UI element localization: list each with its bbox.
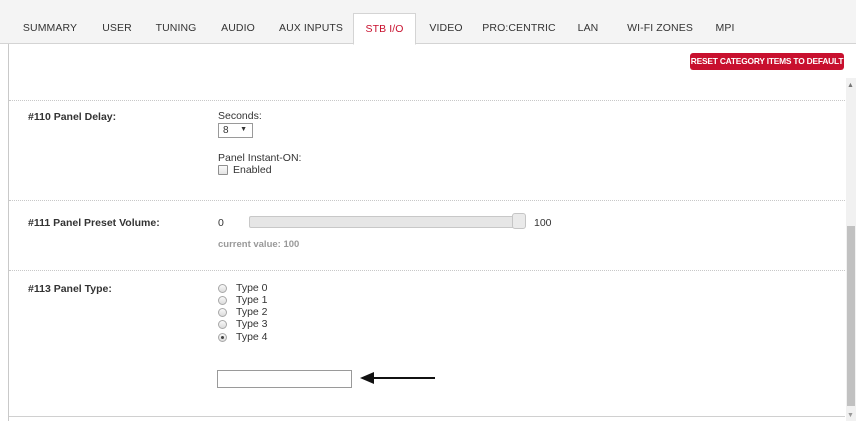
radio-label-type-2: Type 2 [236,306,268,318]
reset-category-button[interactable]: RESET CATEGORY ITEMS TO DEFAULT [690,53,844,70]
radio-label-type-0: Type 0 [236,282,268,294]
enabled-label: Enabled [233,164,272,176]
tab-stb-io[interactable]: STB I/O [353,13,416,45]
caret-down-icon: ▼ [240,126,247,133]
volume-max-label: 100 [534,217,552,229]
tab-video[interactable]: VIDEO [423,13,469,44]
vertical-scrollbar[interactable]: ▲ ▼ [846,78,856,421]
scrollbar-thumb[interactable] [847,226,855,406]
seconds-value: 8 [223,125,229,136]
content-bottom-border [9,416,845,417]
arrow-left-icon [360,372,435,384]
panel-delay-label: #110 Panel Delay: [28,111,117,123]
tab-audio[interactable]: AUDIO [216,13,260,44]
tab-aux-inputs[interactable]: AUX INPUTS [275,13,347,44]
radio-label-type-1: Type 1 [236,294,268,306]
tab-tuning[interactable]: TUNING [151,13,201,44]
radio-type-1[interactable] [218,296,227,305]
tab-user[interactable]: USER [98,13,136,44]
radio-label-type-4: Type 4 [236,331,268,343]
section-divider [9,100,845,101]
radio-type-4[interactable] [218,333,227,342]
volume-slider-handle[interactable] [512,213,526,229]
tab-summary[interactable]: SUMMARY [18,13,82,44]
radio-type-2[interactable] [218,308,227,317]
preset-volume-label: #111 Panel Preset Volume: [28,217,160,229]
panel-type-text-input[interactable] [217,370,352,388]
tab-bar: SUMMARY USER TUNING AUDIO AUX INPUTS STB… [0,0,856,45]
seconds-label: Seconds: [218,110,262,122]
current-value-text: current value: 100 [218,239,300,250]
scroll-down-icon[interactable]: ▼ [847,412,854,419]
radio-type-0[interactable] [218,284,227,293]
section-divider [9,200,845,201]
volume-slider-track[interactable] [249,216,519,228]
tab-lan[interactable]: LAN [572,13,604,44]
scroll-up-icon[interactable]: ▲ [847,82,854,89]
panel-type-label: #113 Panel Type: [28,283,112,295]
radio-type-3[interactable] [218,320,227,329]
instant-on-checkbox[interactable] [218,165,228,175]
volume-min-label: 0 [218,217,224,229]
instant-on-label: Panel Instant-ON: [218,152,302,164]
tab-wifi-zones[interactable]: WI-FI ZONES [619,13,701,44]
seconds-select[interactable]: 8 ▼ [218,123,253,138]
tab-procentric[interactable]: PRO:CENTRIC [481,13,557,44]
section-divider [9,270,845,271]
tab-mpi[interactable]: MPI [709,13,741,44]
radio-label-type-3: Type 3 [236,318,268,330]
